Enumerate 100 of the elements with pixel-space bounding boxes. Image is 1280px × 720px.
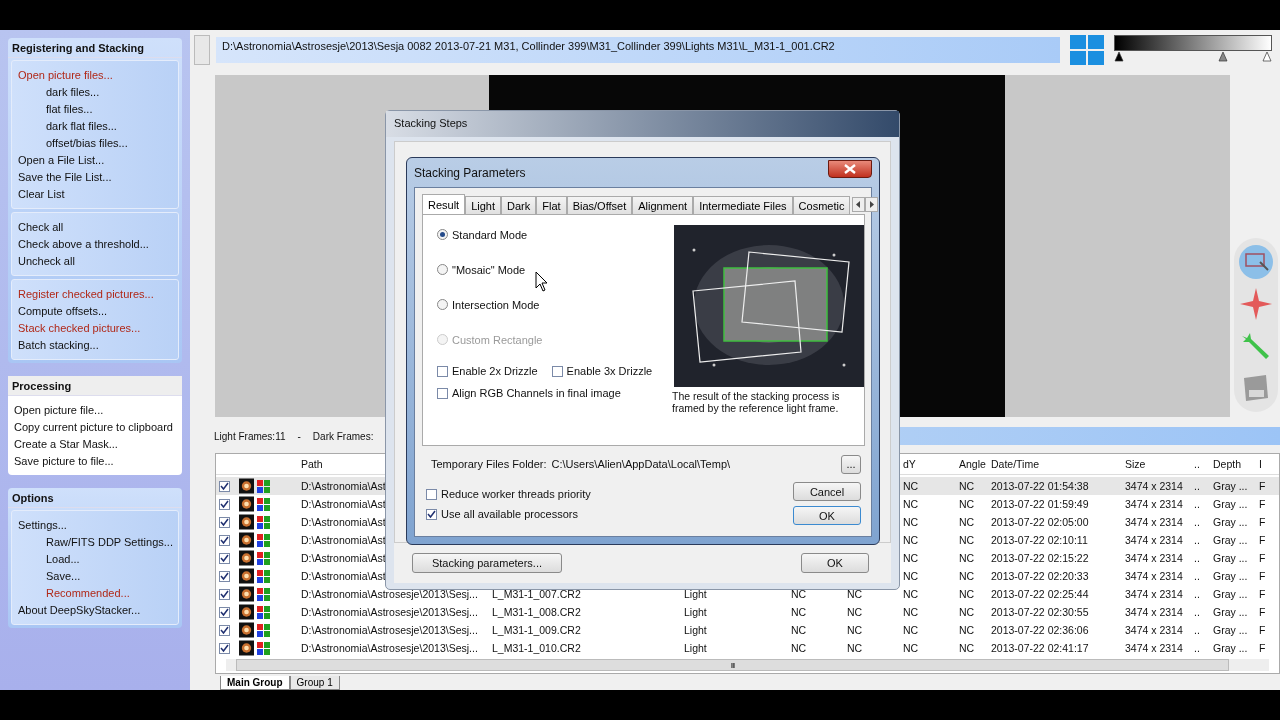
table-cell: NC (959, 588, 975, 600)
table-cell: Gray ... (1213, 624, 1248, 636)
table-cell: Gray ... (1213, 534, 1248, 546)
table-cell: NC (959, 480, 975, 492)
table-cell: NC (791, 624, 807, 636)
table-cell: F (1259, 534, 1266, 546)
table-cell: .. (1194, 534, 1200, 546)
table-cell: Light (684, 588, 707, 600)
table-cell: NC (791, 642, 807, 654)
dialog-title: Stacking Parameters (414, 165, 526, 180)
table-cell: Gray ... (1213, 498, 1248, 510)
table-cell: Gray ... (1213, 516, 1248, 528)
table-cell: NC (903, 606, 919, 618)
table-cell: 2013-07-22 02:10:11 (991, 534, 1088, 546)
table-cell: 2013-07-22 02:30:55 (991, 606, 1089, 618)
table-cell: Light (684, 606, 707, 618)
radio-label: "Mosaic" Mode (452, 263, 526, 276)
checkbox-label: Use all available processors (441, 508, 578, 520)
table-cell: 3474 x 2314 (1125, 498, 1183, 510)
table-cell: NC (847, 624, 863, 636)
table-cell: NC (791, 588, 807, 600)
table-cell: 2013-07-22 02:41:17 (991, 642, 1089, 654)
table-cell: 2013-07-22 02:05:00 (991, 516, 1089, 528)
checkbox-label: Enable 2x Drizzle (452, 365, 538, 377)
separator-text: - (297, 430, 301, 442)
checkbox-label: Align RGB Channels in final image (452, 387, 621, 399)
table-cell: Gray ... (1213, 588, 1248, 600)
table-cell: .. (1194, 480, 1200, 492)
radio-label: Custom Rectangle (452, 333, 543, 346)
table-cell: NC (959, 498, 975, 510)
table-cell: F (1259, 552, 1266, 564)
table-cell: L_M31-1_007.CR2 (492, 588, 581, 600)
table-cell: NC (903, 498, 919, 510)
table-cell: .. (1194, 606, 1200, 618)
table-cell: NC (959, 534, 975, 546)
table-cell: NC (903, 534, 919, 546)
table-cell: F (1259, 588, 1266, 600)
table-cell: NC (959, 570, 975, 582)
table-cell: D:\Astronomia\Ast (301, 552, 386, 564)
table-cell: NC (959, 606, 975, 618)
table-cell: D:\Astronomia\Ast (301, 498, 386, 510)
table-cell: L_M31-1_009.CR2 (492, 624, 581, 636)
table-cell: 2013-07-22 02:36:06 (991, 624, 1089, 636)
temp-folder-path: C:\Users\Alien\AppData\Local\Temp\ (551, 458, 732, 470)
panel-title: Registering and Stacking (8, 38, 182, 58)
table-cell: .. (1194, 552, 1200, 564)
table-cell: D:\Astronomia\Astrosesje\2013\Sesj... (301, 624, 478, 636)
table-cell: F (1259, 642, 1266, 654)
temp-folder-label: Temporary Files Folder: (431, 458, 547, 470)
table-cell: 3474 x 2314 (1125, 516, 1183, 528)
radio-label: Standard Mode (452, 228, 528, 241)
table-cell: NC (791, 606, 807, 618)
table-cell: D:\Astronomia\Ast (301, 570, 386, 582)
file-path-field: D:\Astronomia\Astrosesje\2013\Sesja 0082 2013-07-21 M31, Collinder 399\M31_Collinder 399\Lights M31\L_M31-1_001.CR2 (216, 36, 1060, 63)
table-cell: NC (847, 642, 863, 654)
table-cell: F (1259, 498, 1266, 510)
table-cell: .. (1194, 588, 1200, 600)
scroll-grip: III (730, 660, 735, 670)
table-cell: D:\Astronomia\Ast (301, 534, 386, 546)
table-cell: .. (1194, 498, 1200, 510)
table-cell: NC (847, 588, 863, 600)
table-cell: 2013-07-22 02:20:33 (991, 570, 1089, 582)
table-cell: Gray ... (1213, 606, 1248, 618)
table-cell: L_M31-1_008.CR2 (492, 606, 581, 618)
table-cell: 2013-07-22 01:59:49 (991, 498, 1089, 510)
table-cell: 3474 x 2314 (1125, 588, 1183, 600)
checkbox-label: Reduce worker threads priority (441, 488, 591, 500)
panel-title: Options (8, 488, 182, 508)
table-cell: NC (903, 570, 919, 582)
table-cell: .. (1194, 642, 1200, 654)
table-cell: 3474 x 2314 (1125, 552, 1183, 564)
table-cell: NC (903, 642, 919, 654)
table-cell: .. (1194, 570, 1200, 582)
table-cell: NC (959, 516, 975, 528)
preview-caption: The result of the stacking process is framed by the reference light frame. (672, 390, 841, 414)
table-cell: D:\Astronomia\Ast (301, 516, 386, 528)
table-cell: 3474 x 2314 (1125, 642, 1183, 654)
table-cell: .. (1194, 624, 1200, 636)
table-cell: NC (903, 480, 919, 492)
light-frames-count: Light Frames:11 (214, 430, 286, 442)
table-cell: NC (903, 588, 919, 600)
table-cell: Gray ... (1213, 642, 1248, 654)
table-cell: F (1259, 516, 1266, 528)
table-cell: 3474 x 2314 (1125, 534, 1183, 546)
table-cell: 2013-07-22 02:15:22 (991, 552, 1089, 564)
table-cell: NC (903, 516, 919, 528)
dialog-title: Stacking Steps (386, 111, 899, 137)
table-cell: F (1259, 570, 1266, 582)
table-cell: NC (847, 606, 863, 618)
table-cell: Light (684, 624, 707, 636)
table-cell: F (1259, 606, 1266, 618)
table-cell: F (1259, 480, 1266, 492)
table-cell: Gray ... (1213, 480, 1248, 492)
table-cell: D:\Astronomia\Astrosesje\2013\Sesj... (301, 642, 478, 654)
table-cell: L_M31-1_010.CR2 (492, 642, 581, 654)
table-cell: Gray ... (1213, 552, 1248, 564)
checkbox-label: Enable 3x Drizzle (566, 365, 653, 377)
table-cell: 3474 x 2314 (1125, 480, 1183, 492)
table-cell: NC (903, 624, 919, 636)
table-cell: NC (959, 552, 975, 564)
